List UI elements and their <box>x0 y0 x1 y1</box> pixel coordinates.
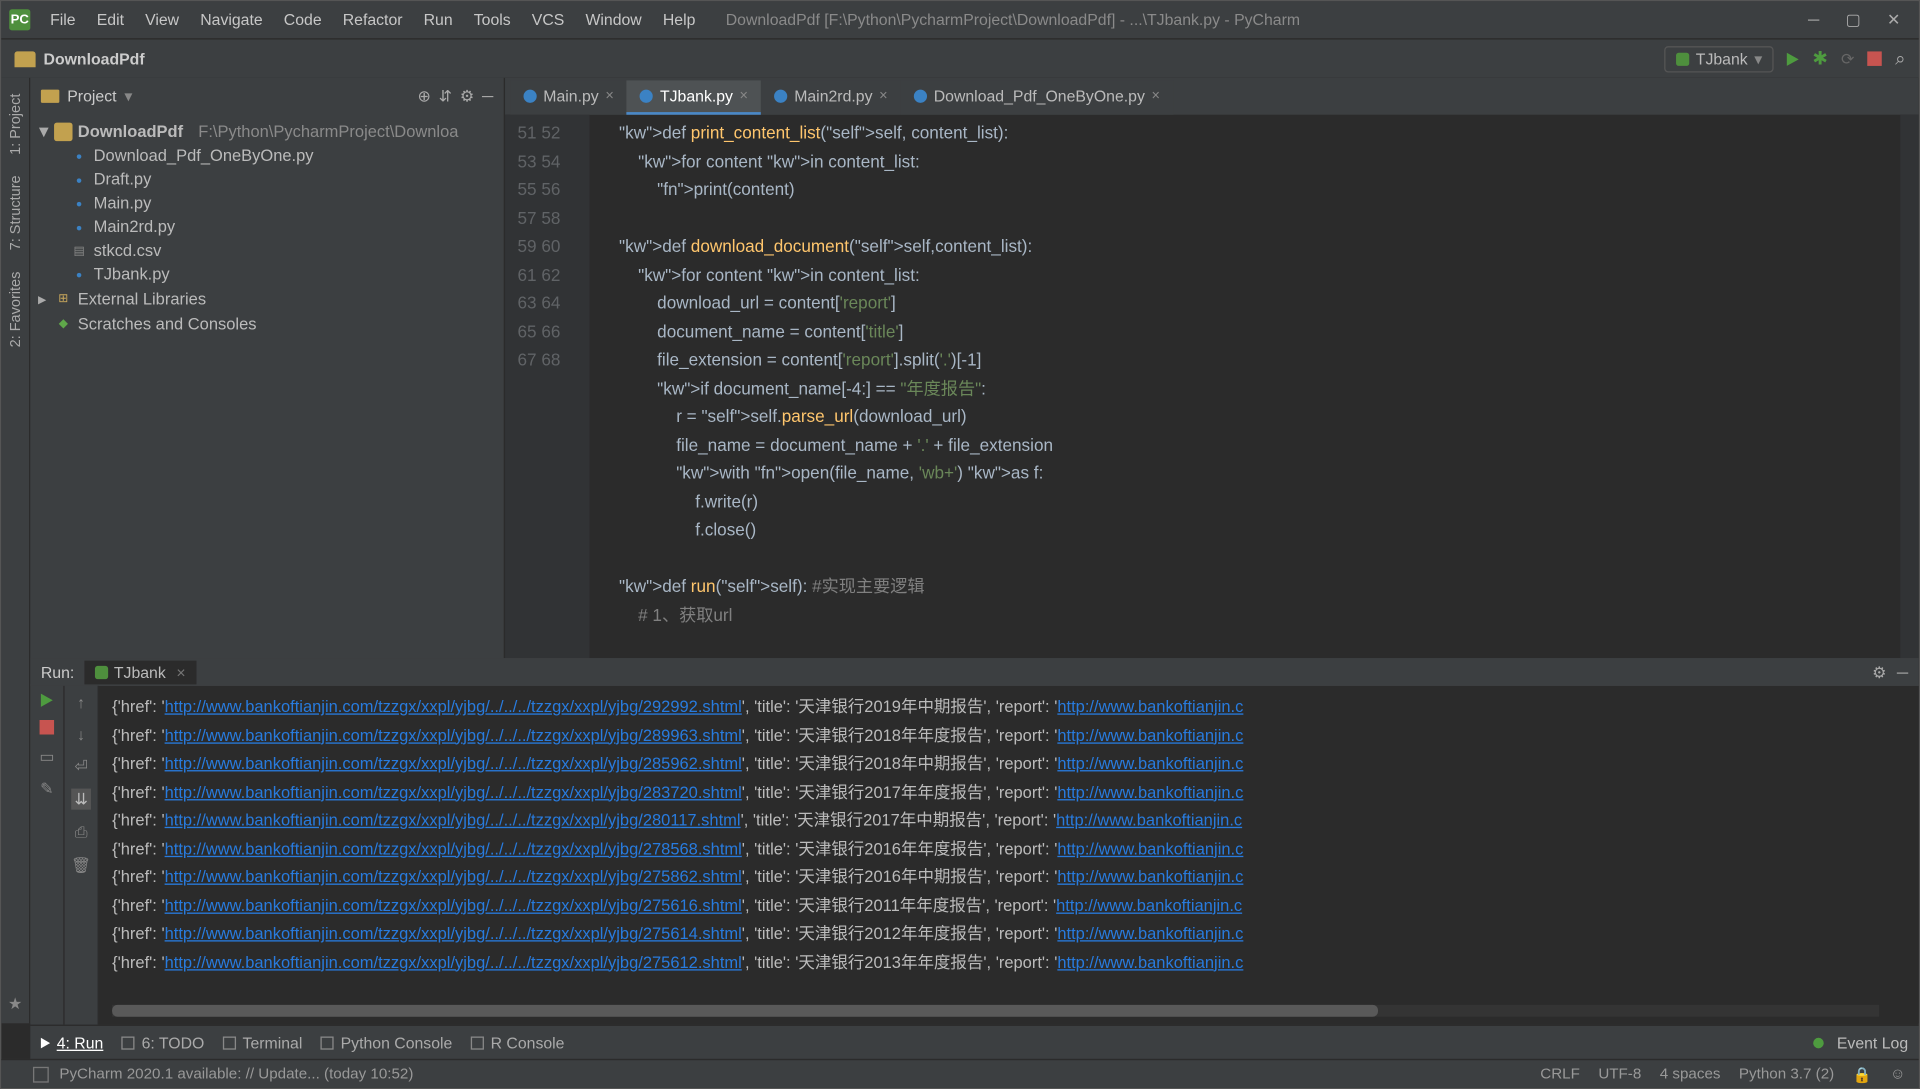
navigation-bar: DownloadPdf TJbank ▾ ✱ ⟳ ⌕ <box>1 38 1918 78</box>
close-icon[interactable]: ✕ <box>1887 11 1900 29</box>
left-toolbar: 1: Project7: Structure2: Favorites ★ <box>1 78 30 1023</box>
editor-tab[interactable]: Main2rd.py× <box>761 80 901 114</box>
run-tab[interactable]: TJbank × <box>85 660 196 684</box>
editor-tab[interactable]: TJbank.py× <box>627 80 761 114</box>
bottom-tab[interactable]: R Console <box>471 1033 565 1051</box>
editor-tab[interactable]: Download_Pdf_OneByOne.py× <box>901 80 1173 114</box>
console-output[interactable]: {'href': 'http://www.bankoftianjin.com/t… <box>99 686 1919 1025</box>
bottom-tool-tabs: 4: Run 6: TODO Terminal Python Console R Con… <box>30 1025 1918 1059</box>
run-toolbar-2: ↑ ↓ ⏎ ⇊ ⎙ 🗑 <box>65 686 99 1025</box>
tree-file[interactable]: Main.py <box>30 191 503 215</box>
run-toolbar-1: ▭ ✎ <box>30 686 64 1025</box>
external-libraries[interactable]: ▸ External Libraries <box>30 286 503 311</box>
run-label: Run: <box>41 663 74 681</box>
update-icon[interactable]: ⟳ <box>1841 49 1854 67</box>
console-h-scrollbar[interactable] <box>112 1005 1879 1017</box>
tree-file[interactable]: Draft.py <box>30 167 503 191</box>
status-bar: PyCharm 2020.1 available: // Update... (… <box>1 1059 1918 1088</box>
collapse-icon[interactable]: ⇵ <box>439 87 452 105</box>
folder-icon <box>15 51 36 67</box>
rerun-icon[interactable] <box>41 694 53 707</box>
favorite-icon[interactable]: ★ <box>8 994 22 1012</box>
menu-help[interactable]: Help <box>654 7 705 33</box>
app-icon: PC <box>9 9 30 30</box>
bottom-tab[interactable]: Python Console <box>321 1033 453 1051</box>
scroll-end-icon[interactable]: ⇊ <box>72 789 91 810</box>
layout-icon[interactable]: ▭ <box>39 748 54 766</box>
settings-icon[interactable]: ⚙ <box>460 87 474 105</box>
menu-refactor[interactable]: Refactor <box>333 7 411 33</box>
menu-code[interactable]: Code <box>275 7 331 33</box>
editor-tabs: Main.py×TJbank.py×Main2rd.py×Download_Pd… <box>505 78 1919 115</box>
window-title: DownloadPdf [F:\Python\PycharmProject\Do… <box>726 11 1300 29</box>
up-icon[interactable]: ↑ <box>77 694 85 712</box>
menu-edit[interactable]: Edit <box>87 7 133 33</box>
run-config-selector[interactable]: TJbank ▾ <box>1664 45 1774 71</box>
stop-process-icon[interactable] <box>40 720 55 735</box>
run-icon[interactable] <box>1787 52 1799 65</box>
tool-tab[interactable]: 2: Favorites <box>5 262 26 359</box>
editor-tab[interactable]: Main.py× <box>510 80 627 114</box>
tool-tab[interactable]: 1: Project <box>5 83 26 165</box>
locate-icon[interactable]: ⊕ <box>417 87 430 105</box>
debug-icon[interactable]: ✱ <box>1812 47 1827 69</box>
readonly-icon[interactable]: 🔒 <box>1853 1065 1872 1083</box>
run-hide-icon[interactable]: ─ <box>1897 663 1908 681</box>
event-log-button[interactable]: Event Log <box>1837 1033 1908 1051</box>
wrap-icon[interactable]: ⏎ <box>74 757 87 775</box>
minimize-icon[interactable]: ─ <box>1808 11 1819 29</box>
menu-file[interactable]: File <box>41 7 85 33</box>
tree-root[interactable]: ▼ DownloadPdf F:\Python\PycharmProject\D… <box>30 120 503 144</box>
search-icon[interactable]: ⌕ <box>1895 47 1905 69</box>
hide-icon[interactable]: ─ <box>482 87 493 105</box>
tree-file[interactable]: TJbank.py <box>30 262 503 286</box>
stop-icon[interactable] <box>1867 51 1882 66</box>
pin-icon[interactable]: ✎ <box>40 779 53 797</box>
tool-tab[interactable]: 7: Structure <box>5 165 26 261</box>
menu-run[interactable]: Run <box>414 7 461 33</box>
down-icon[interactable]: ↓ <box>77 725 85 743</box>
breadcrumb-project[interactable]: DownloadPdf <box>44 49 145 67</box>
project-tool-title[interactable]: Project <box>67 87 116 105</box>
bottom-tab[interactable]: 4: Run <box>41 1033 103 1051</box>
scratches-consoles[interactable]: ▸ Scratches and Consoles <box>30 311 503 336</box>
menu-tools[interactable]: Tools <box>465 7 520 33</box>
menu-navigate[interactable]: Navigate <box>191 7 272 33</box>
run-panel-header: Run: TJbank × ⚙ ─ <box>30 658 1918 686</box>
print-icon[interactable]: ⎙ <box>75 823 88 843</box>
menu-window[interactable]: Window <box>576 7 651 33</box>
main-menu: FileEditViewNavigateCodeRefactorRunTools… <box>41 7 705 33</box>
notification-dot-icon <box>1813 1037 1824 1048</box>
title-bar: PC FileEditViewNavigateCodeRefactorRunTo… <box>1 1 1918 38</box>
bottom-tab[interactable]: Terminal <box>223 1033 303 1051</box>
menu-vcs[interactable]: VCS <box>523 7 574 33</box>
tree-file[interactable]: Main2rd.py <box>30 215 503 239</box>
tree-file[interactable]: stkcd.csv <box>30 239 503 263</box>
bottom-tab[interactable]: 6: TODO <box>122 1033 205 1051</box>
menu-view[interactable]: View <box>136 7 188 33</box>
project-icon <box>41 90 59 103</box>
tree-file[interactable]: Download_Pdf_OneByOne.py <box>30 144 503 168</box>
clear-icon[interactable]: 🗑 <box>71 856 91 874</box>
run-settings-icon[interactable]: ⚙ <box>1872 663 1886 681</box>
maximize-icon[interactable]: ▢ <box>1846 11 1861 29</box>
